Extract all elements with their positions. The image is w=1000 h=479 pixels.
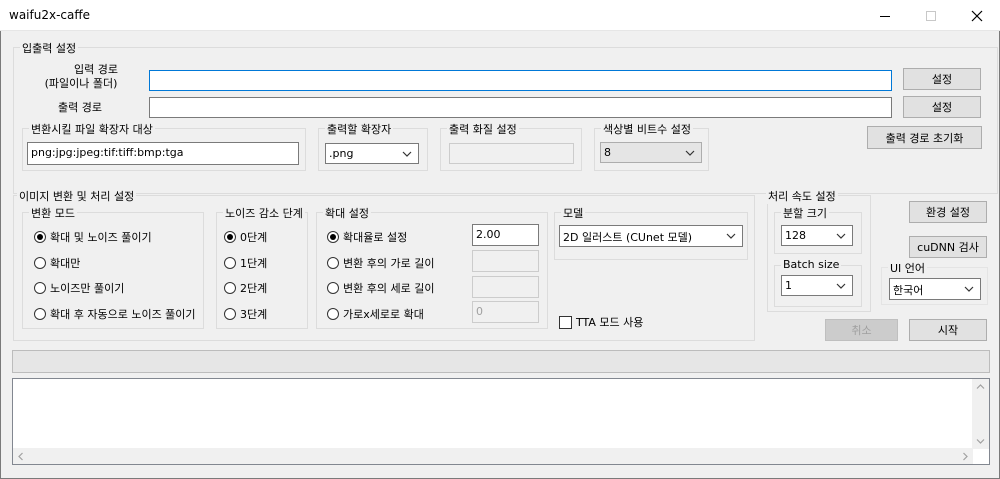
radio-dot (327, 308, 339, 320)
output-ext-value: .png (329, 147, 354, 160)
chevron-right-icon (963, 452, 968, 461)
speed-settings-legend: 처리 속도 설정 (766, 188, 838, 204)
scale-legend: 확대 설정 (323, 205, 371, 221)
maximize-button[interactable] (908, 0, 954, 31)
output-path-label: 출력 경로 (58, 101, 102, 114)
start-button[interactable]: 시작 (909, 319, 987, 341)
conversion-settings-legend: 이미지 변환 및 처리 설정 (17, 188, 137, 204)
client-area: 입출력 설정 입력 경로 (파일이나 폴더) 설정 출력 경로 설정 변환시킬 … (0, 31, 1000, 479)
close-icon (971, 10, 983, 21)
chevron-left-icon (18, 452, 23, 461)
log-vertical-scrollbar[interactable] (972, 379, 989, 449)
ui-language-value: 한국어 (893, 284, 924, 297)
radio-dot (224, 257, 236, 269)
scale-ratio-field[interactable]: 2.00 (472, 224, 539, 246)
noise-radio-1[interactable]: 1단계 (224, 255, 267, 271)
mode-radio-2[interactable]: 노이즈만 풀이기 (34, 280, 124, 296)
scale-radio-height[interactable]: 변환 후의 세로 길이 (327, 280, 434, 296)
scale-radio-width[interactable]: 변환 후의 가로 길이 (327, 255, 434, 271)
cudnn-check-button[interactable]: cuDNN 검사 (909, 236, 987, 258)
chevron-down-icon (836, 233, 846, 239)
scale-radio-ratio[interactable]: 확대율로 설정 (327, 229, 407, 245)
minimize-icon (880, 15, 890, 17)
noise-radio-0[interactable]: 0단계 (224, 229, 267, 245)
env-settings-button[interactable]: 환경 설정 (909, 201, 987, 223)
window-title: waifu2x-caffe (9, 8, 90, 22)
ext-target-legend: 변환시킬 파일 확장자 대상 (29, 121, 155, 137)
reset-output-path-button[interactable]: 출력 경로 초기화 (867, 126, 982, 149)
output-ext-select[interactable]: .png (325, 143, 419, 164)
radio-dot (224, 308, 236, 320)
mode-radio-1[interactable]: 확대만 (34, 255, 80, 271)
ext-target-field[interactable]: png:jpg:jpeg:tif:tiff:bmp:tga (27, 142, 299, 165)
model-select[interactable]: 2D 일러스트 (CUnet 모델) (559, 225, 743, 247)
checkbox-box (559, 315, 572, 329)
scale-height-field (472, 276, 539, 298)
bit-depth-select[interactable]: 8 (600, 142, 702, 163)
model-value: 2D 일러스트 (CUnet 모델) (563, 231, 693, 244)
output-path-set-button[interactable]: 설정 (903, 96, 981, 118)
close-button[interactable] (954, 0, 1000, 31)
output-ext-legend: 출력할 확장자 (325, 121, 394, 137)
split-size-select[interactable]: 128 (781, 225, 853, 246)
output-quality-legend: 출력 화질 설정 (447, 121, 519, 137)
radio-dot (34, 308, 46, 320)
title-bar: waifu2x-caffe (0, 0, 1000, 31)
scale-width-field (472, 250, 539, 272)
input-path-sublabel: (파일이나 폴더) (44, 77, 118, 90)
chevron-down-icon (402, 151, 412, 157)
bit-depth-value: 8 (604, 146, 611, 159)
chevron-down-icon (976, 439, 985, 444)
input-path-set-button[interactable]: 설정 (903, 68, 981, 90)
noise-radio-2[interactable]: 2단계 (224, 280, 267, 296)
cancel-button[interactable]: 취소 (825, 319, 898, 341)
radio-dot (224, 231, 236, 243)
model-legend: 모델 (561, 205, 586, 221)
minimize-button[interactable] (862, 0, 908, 31)
noise-legend: 노이즈 감소 단계 (223, 205, 305, 221)
chevron-down-icon (685, 150, 695, 156)
tta-mode-checkbox[interactable]: TTA 모드 사용 (559, 314, 643, 330)
mode-radio-3[interactable]: 확대 후 자동으로 노이즈 풀이기 (34, 306, 199, 322)
progress-bar (12, 350, 990, 373)
batch-size-value: 1 (785, 279, 792, 292)
bit-depth-legend: 색상별 비트수 설정 (601, 121, 693, 137)
ui-language-legend: UI 언어 (888, 260, 928, 276)
log-area[interactable] (12, 378, 990, 465)
radio-dot (224, 282, 236, 294)
radio-dot (327, 282, 339, 294)
log-horizontal-scrollbar[interactable] (13, 448, 973, 464)
scale-wh-field: 0 (472, 301, 539, 323)
ui-language-select[interactable]: 한국어 (889, 278, 981, 300)
radio-dot (34, 257, 46, 269)
split-size-value: 128 (785, 229, 806, 242)
output-path-field[interactable] (149, 97, 892, 118)
radio-dot (34, 231, 46, 243)
maximize-icon (926, 10, 936, 21)
mode-legend: 변환 모드 (29, 205, 77, 221)
radio-dot (34, 282, 46, 294)
io-settings-legend: 입출력 설정 (20, 40, 79, 56)
split-size-legend: 분할 크기 (781, 205, 829, 221)
mode-radio-0[interactable]: 확대 및 노이즈 풀이기 (34, 229, 152, 245)
output-quality-field (449, 143, 574, 164)
radio-dot (327, 257, 339, 269)
batch-size-legend: Batch size (781, 258, 842, 271)
scale-radio-wh[interactable]: 가로x세로로 확대 (327, 306, 424, 322)
chevron-down-icon (836, 283, 846, 289)
batch-size-select[interactable]: 1 (781, 275, 853, 296)
chevron-down-icon (726, 233, 736, 239)
noise-radio-3[interactable]: 3단계 (224, 306, 267, 322)
radio-dot (327, 231, 339, 243)
chevron-up-icon (976, 384, 985, 389)
chevron-down-icon (964, 286, 974, 292)
input-path-field[interactable] (149, 70, 892, 91)
